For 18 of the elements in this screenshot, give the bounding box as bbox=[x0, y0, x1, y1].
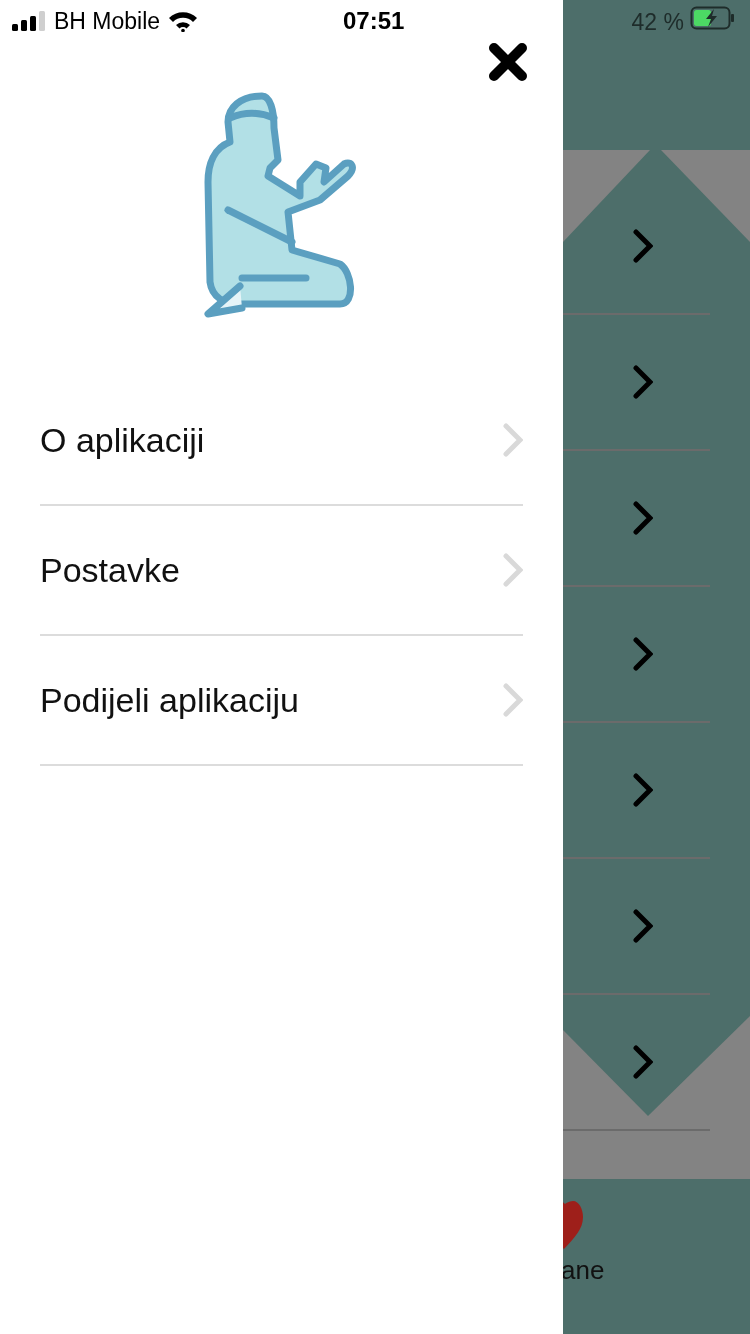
chevron-icon bbox=[633, 773, 653, 807]
close-button[interactable] bbox=[488, 42, 528, 82]
chevron-icon bbox=[633, 1045, 653, 1079]
chevron-icon bbox=[503, 683, 523, 717]
heart-icon bbox=[563, 1201, 583, 1251]
chevron-icon bbox=[633, 909, 653, 943]
battery-icon bbox=[690, 6, 736, 30]
chevron-icon bbox=[633, 501, 653, 535]
carrier-name: BH Mobile bbox=[54, 7, 161, 35]
battery-percent: 42 % bbox=[631, 9, 684, 36]
clock-time: 07:51 bbox=[343, 7, 405, 35]
wifi-icon bbox=[168, 10, 199, 32]
chevron-icon bbox=[503, 553, 523, 587]
chevron-icon bbox=[633, 229, 653, 263]
chevron-icon bbox=[633, 365, 653, 399]
signal-icon bbox=[12, 11, 46, 31]
chevron-icon bbox=[633, 637, 653, 671]
chevron-icon bbox=[503, 423, 523, 457]
